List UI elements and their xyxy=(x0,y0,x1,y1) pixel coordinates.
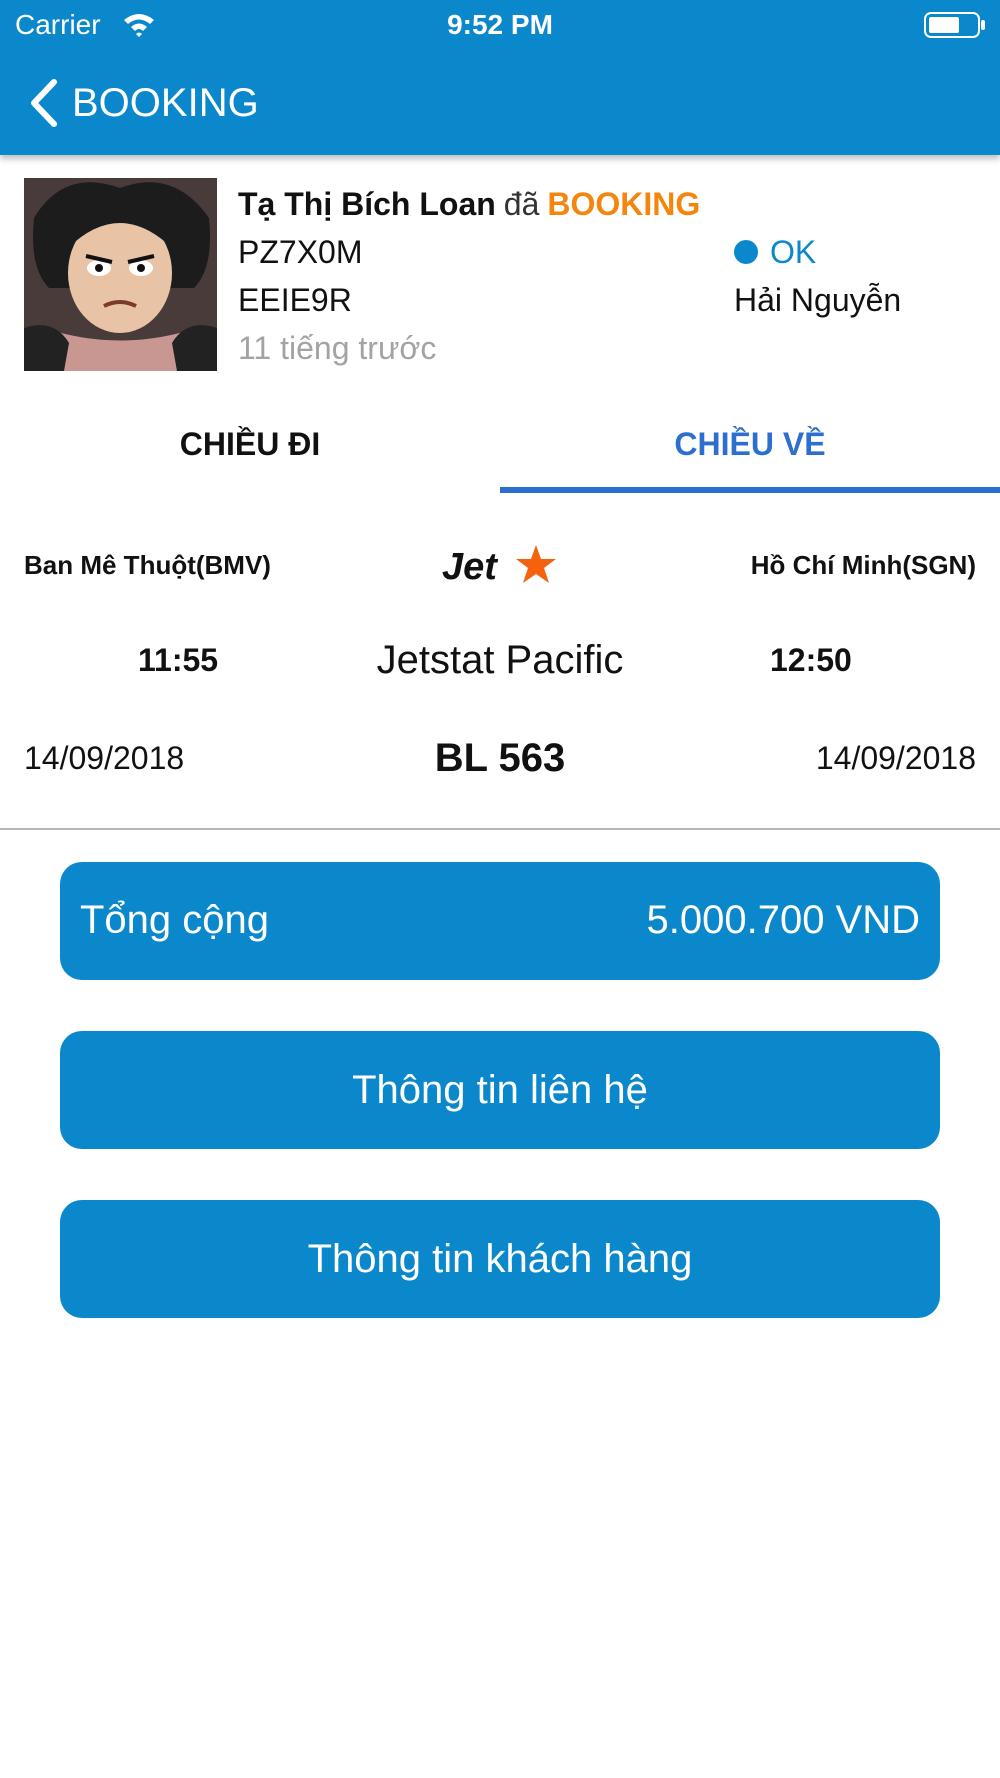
booking-verb: đã xyxy=(503,186,540,222)
flight-times: 11:55 Jetstat Pacific 12:50 xyxy=(0,630,1000,690)
customer-info-label: Thông tin khách hàng xyxy=(307,1236,693,1281)
user-name: Tạ Thị Bích Loan xyxy=(238,186,496,222)
booking-code-1: PZ7X0M xyxy=(238,234,363,270)
chevron-left-icon xyxy=(31,79,57,127)
arrival-airport: Hồ Chí Minh(SGN) xyxy=(750,550,976,580)
jetstar-logo: Jet xyxy=(442,545,556,587)
star-icon xyxy=(516,545,556,583)
arrival-date: 14/09/2018 xyxy=(815,740,976,776)
tab-outbound[interactable]: CHIỀU ĐI xyxy=(0,400,500,495)
contact-info-button[interactable]: Thông tin liên hệ xyxy=(60,1031,940,1149)
arrival-time: 12:50 xyxy=(770,642,852,678)
departure-airport: Ban Mê Thuột(BMV) xyxy=(24,550,271,580)
booking-status: OK Hải Nguyễn xyxy=(734,228,901,324)
contact-info-label: Thông tin liên hệ xyxy=(352,1067,648,1112)
section-divider xyxy=(0,828,1000,830)
status-text: OK xyxy=(770,234,817,270)
flight-dates: 14/09/2018 BL 563 14/09/2018 xyxy=(0,730,1000,790)
back-button[interactable]: BOOKING xyxy=(28,78,259,128)
total-button[interactable]: Tổng cộng 5.000.700 VND xyxy=(60,862,940,980)
status-badge: OK xyxy=(734,228,901,276)
tab-return[interactable]: CHIỀU VỀ xyxy=(500,400,1000,495)
nav-title: BOOKING xyxy=(72,80,259,125)
booking-action: BOOKING xyxy=(547,186,701,222)
status-dot-icon xyxy=(734,240,758,264)
booking-time-ago: 11 tiếng trước xyxy=(238,330,437,366)
active-tab-indicator xyxy=(500,487,1000,493)
total-label: Tổng cộng xyxy=(80,898,270,942)
trip-tabs: CHIỀU ĐI CHIỀU VỀ xyxy=(0,400,1000,495)
status-bar: Carrier 9:52 PM xyxy=(0,0,1000,50)
logo-text: Jet xyxy=(442,546,498,587)
customer-info-button[interactable]: Thông tin khách hàng xyxy=(60,1200,940,1318)
booking-code-2: EEIE9R xyxy=(238,282,352,318)
booking-headline: Tạ Thị Bích Loan đã BOOKING xyxy=(238,180,700,228)
agent-name: Hải Nguyễn xyxy=(734,282,902,318)
battery-icon xyxy=(924,12,985,38)
status-time: 9:52 PM xyxy=(447,9,553,40)
total-amount: 5.000.700 VND xyxy=(646,898,920,942)
user-avatar xyxy=(24,178,217,371)
booking-info: Tạ Thị Bích Loan đã BOOKING PZ7X0M EEIE9R … xyxy=(238,180,700,372)
